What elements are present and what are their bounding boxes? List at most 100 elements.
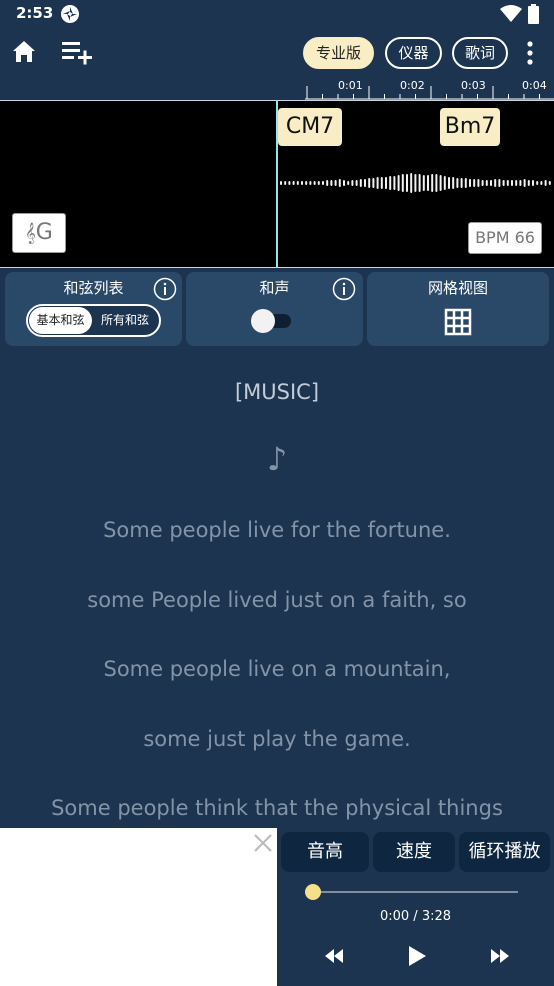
- playlist-add-icon[interactable]: [60, 38, 94, 66]
- info-icon[interactable]: [332, 277, 356, 301]
- waveform-bar: [368, 178, 371, 188]
- app-notification-icon: [61, 5, 79, 23]
- waveform-bar: [380, 177, 383, 189]
- waveform-bar: [469, 179, 471, 187]
- instrument-button[interactable]: 仪器: [385, 37, 442, 69]
- waveform-bar: [502, 180, 505, 186]
- waveform-bar: [527, 180, 530, 186]
- more-vert-icon[interactable]: [522, 40, 538, 66]
- waveform-bar: [473, 179, 476, 187]
- pitch-button[interactable]: 音高: [281, 832, 369, 872]
- waveform-bar: [460, 178, 463, 188]
- waveform-bar: [334, 180, 337, 186]
- waveform-bar: [439, 175, 442, 191]
- grid-icon[interactable]: [444, 308, 472, 336]
- lyrics-button[interactable]: 歌词: [452, 37, 508, 69]
- status-time: 2:53: [16, 4, 54, 22]
- lyric-line[interactable]: Some people live on a mountain,: [0, 657, 554, 681]
- pro-version-button[interactable]: 专业版: [303, 37, 374, 69]
- ad-banner[interactable]: [0, 828, 277, 986]
- waveform-bar: [515, 180, 518, 186]
- waveform-bar: [523, 179, 526, 187]
- lyric-line[interactable]: Some people think that the physical thin…: [0, 796, 554, 820]
- waveform-bar: [322, 181, 324, 185]
- chord-tag[interactable]: Bm7: [440, 108, 500, 146]
- fast-forward-icon[interactable]: [488, 946, 512, 966]
- waveform-bar: [532, 180, 534, 186]
- waveform-bar: [347, 181, 350, 185]
- waveform-bar: [313, 181, 316, 185]
- waveform-bar: [406, 174, 408, 192]
- waveform-bar: [372, 178, 375, 188]
- waveform-bar: [477, 179, 480, 187]
- bpm-badge[interactable]: BPM 66: [468, 222, 542, 254]
- battery-icon: [528, 4, 539, 24]
- waveform-bar: [490, 180, 492, 186]
- waveform-bar: [389, 176, 392, 190]
- progress-thumb[interactable]: [305, 884, 321, 900]
- lyric-line[interactable]: Some people live for the fortune.: [0, 518, 554, 542]
- rewind-icon[interactable]: [322, 946, 346, 966]
- chord-tag[interactable]: CM7: [278, 108, 342, 146]
- waveform-bar: [422, 175, 425, 191]
- waveform-bar: [376, 177, 379, 189]
- waveform-bar: [385, 177, 387, 189]
- waveform-bar: [288, 181, 291, 185]
- music-note-icon: ♪: [266, 440, 288, 478]
- waveform-bar: [494, 179, 497, 187]
- waveform-bar: [481, 180, 484, 186]
- loop-button[interactable]: 循环播放: [459, 832, 550, 872]
- waveform-bar: [519, 180, 522, 186]
- waveform-bar: [355, 180, 358, 186]
- speed-button[interactable]: 速度: [373, 832, 455, 872]
- waveform-bar: [397, 175, 400, 191]
- chord-toggle-basic[interactable]: 基本和弦: [29, 307, 92, 334]
- waveform-bar: [435, 174, 438, 192]
- waveform-bar: [317, 181, 320, 185]
- waveform-bar: [343, 180, 345, 186]
- waveform-bar: [296, 181, 299, 185]
- audio-waveform: [280, 173, 551, 193]
- play-icon[interactable]: [406, 944, 428, 968]
- waveform-bar: [330, 180, 333, 186]
- playhead[interactable]: [276, 100, 278, 268]
- close-icon[interactable]: [252, 832, 274, 854]
- timeline-tick-label: 0:01: [338, 79, 363, 92]
- home-icon[interactable]: [10, 38, 38, 66]
- waveform-bar: [364, 179, 366, 187]
- info-icon[interactable]: [153, 277, 177, 301]
- treble-clef-icon: 𝄞: [25, 223, 36, 244]
- waveform-bar: [393, 176, 396, 190]
- waveform-bar: [452, 177, 455, 189]
- waveform-bar: [326, 180, 329, 186]
- waveform-bar: [431, 174, 434, 192]
- harmony-switch-knob[interactable]: [251, 309, 275, 333]
- waveform-bar: [284, 181, 287, 185]
- time-readout: 0:00 / 3:28: [379, 909, 452, 924]
- chord-toggle-all[interactable]: 所有和弦: [93, 307, 157, 334]
- waveform-bar: [359, 179, 362, 187]
- grid-view-title: 网格视图: [427, 279, 488, 297]
- key-badge[interactable]: 𝄞G: [12, 213, 66, 253]
- waveform-bar: [456, 178, 459, 188]
- waveform-bar: [485, 180, 488, 186]
- timeline-tick-label: 0:03: [461, 79, 486, 92]
- waveform-bar: [301, 181, 303, 185]
- waveform-bar: [309, 181, 312, 185]
- lyric-line[interactable]: some just play the game.: [0, 727, 554, 751]
- waveform-bar: [292, 181, 295, 185]
- waveform-bar: [401, 174, 404, 192]
- waveform-bar: [410, 173, 413, 193]
- status-bar: [0, 0, 554, 30]
- timeline-tick-label: 0:04: [522, 79, 547, 92]
- progress-slider[interactable]: [313, 891, 518, 893]
- waveform-bar: [338, 179, 341, 187]
- waveform-bar: [511, 180, 513, 186]
- waveform-bar: [548, 181, 551, 185]
- waveform-bar: [498, 179, 501, 187]
- waveform-bar: [280, 181, 282, 185]
- lyric-line[interactable]: some People lived just on a faith, so: [0, 588, 554, 612]
- waveform-bar: [544, 180, 547, 186]
- timeline-tick-label: 0:02: [400, 79, 425, 92]
- waveform-bar: [448, 177, 450, 189]
